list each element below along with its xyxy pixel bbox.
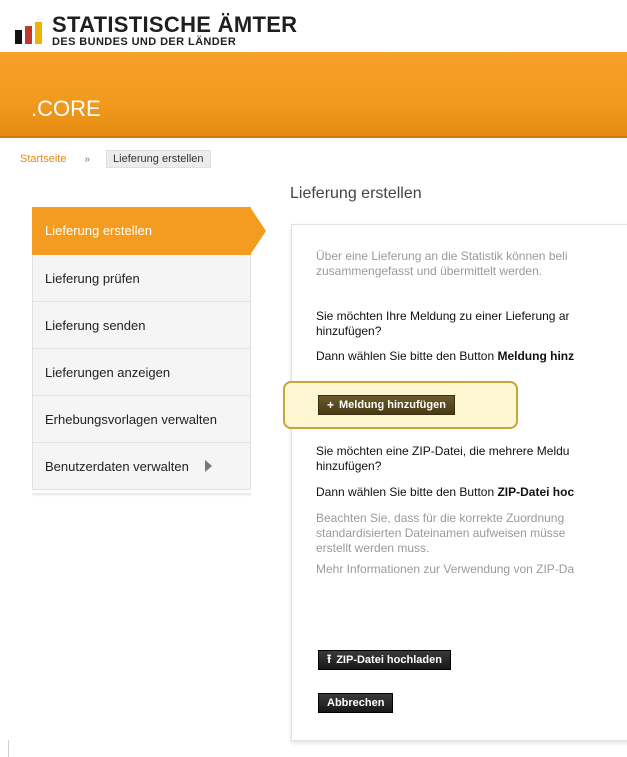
question2-hint: Dann wählen Sie bitte den Button ZIP-Dat…	[316, 485, 574, 499]
sidebar-item-erhebungsvorlagen[interactable]: Erhebungsvorlagen verwalten	[32, 396, 251, 443]
sidebar-item-lieferung-pruefen[interactable]: Lieferung prüfen	[32, 255, 251, 302]
intro-text-line1: Über eine Lieferung an die Statistik kön…	[316, 249, 568, 263]
note-line2: standardisierten Dateinamen aufweisen mü…	[316, 526, 566, 540]
question1-line2: hinzufügen?	[316, 324, 382, 338]
chevron-right-icon	[204, 460, 212, 472]
cancel-button-label: Abbrechen	[327, 697, 385, 709]
logo-subtitle: DES BUNDES UND DER LÄNDER	[52, 36, 237, 48]
breadcrumb-current: Lieferung erstellen	[106, 150, 211, 168]
add-report-button-label: Meldung hinzufügen	[339, 399, 446, 411]
question2-hint-text: Dann wählen Sie bitte den Button	[316, 485, 498, 499]
note-line1: Beachten Sie, dass für die korrekte Zuor…	[316, 511, 565, 525]
sidebar-item-benutzerdaten[interactable]: Benutzerdaten verwalten	[32, 443, 251, 490]
upload-icon: ⭱	[327, 651, 332, 666]
breadcrumb-home-link[interactable]: Startseite	[20, 153, 66, 165]
sidebar-item-lieferungen-anzeigen[interactable]: Lieferungen anzeigen	[32, 349, 251, 396]
breadcrumb: Startseite » Lieferung erstellen	[20, 150, 211, 168]
sidebar-item-label: Erhebungsvorlagen verwalten	[45, 411, 217, 427]
logo-title: STATISTISCHE ÄMTER	[52, 12, 298, 37]
sidebar-item-label: Lieferungen anzeigen	[45, 364, 171, 380]
question2-hint-button-name: ZIP-Datei hoc	[497, 485, 575, 499]
question1-hint-text: Dann wählen Sie bitte den Button	[316, 349, 498, 363]
app-name: .CORE	[31, 96, 101, 121]
sidebar-item-label: Lieferung senden	[45, 317, 146, 333]
question2-line1: Sie möchten eine ZIP-Datei, die mehrere …	[316, 444, 570, 458]
logo-bars-icon	[15, 22, 45, 44]
site-logo[interactable]: STATISTISCHE ÄMTER DES BUNDES UND DER LÄ…	[15, 8, 355, 48]
upload-zip-button[interactable]: ⭱ ZIP-Datei hochladen	[318, 650, 451, 670]
page-title: Lieferung erstellen	[290, 185, 422, 202]
sidebar-item-lieferung-erstellen[interactable]: Lieferung erstellen	[32, 207, 266, 255]
question1-line1: Sie möchten Ihre Meldung zu einer Liefer…	[316, 309, 570, 323]
plus-icon: +	[327, 398, 335, 412]
add-report-button[interactable]: + Meldung hinzufügen	[318, 395, 455, 415]
more-info-text: Mehr Informationen zur Verwendung von ZI…	[316, 562, 575, 576]
question2-line2: hinzufügen?	[316, 459, 382, 473]
breadcrumb-separator: »	[84, 153, 91, 165]
intro-text-line2: zusammengefasst und übermittelt werden.	[316, 264, 543, 278]
question1-hint-button-name: Meldung hinz	[497, 349, 575, 363]
sidebar-item-label: Benutzerdaten verwalten	[45, 458, 189, 474]
note-line3: erstellt werden muss.	[316, 541, 430, 555]
sidebar-nav: Lieferung erstellen Lieferung prüfen Lie…	[32, 207, 266, 490]
left-divider	[8, 740, 9, 757]
sidebar-item-label: Lieferung erstellen	[45, 223, 152, 238]
question1-hint: Dann wählen Sie bitte den Button Meldung…	[316, 349, 574, 363]
upload-zip-button-label: ZIP-Datei hochladen	[336, 654, 442, 666]
cancel-button[interactable]: Abbrechen	[318, 693, 394, 713]
sidebar-item-label: Lieferung prüfen	[45, 270, 140, 286]
sidebar-item-lieferung-senden[interactable]: Lieferung senden	[32, 302, 251, 349]
sidebar-shadow	[32, 493, 251, 497]
app-banner: .CORE	[0, 52, 627, 138]
